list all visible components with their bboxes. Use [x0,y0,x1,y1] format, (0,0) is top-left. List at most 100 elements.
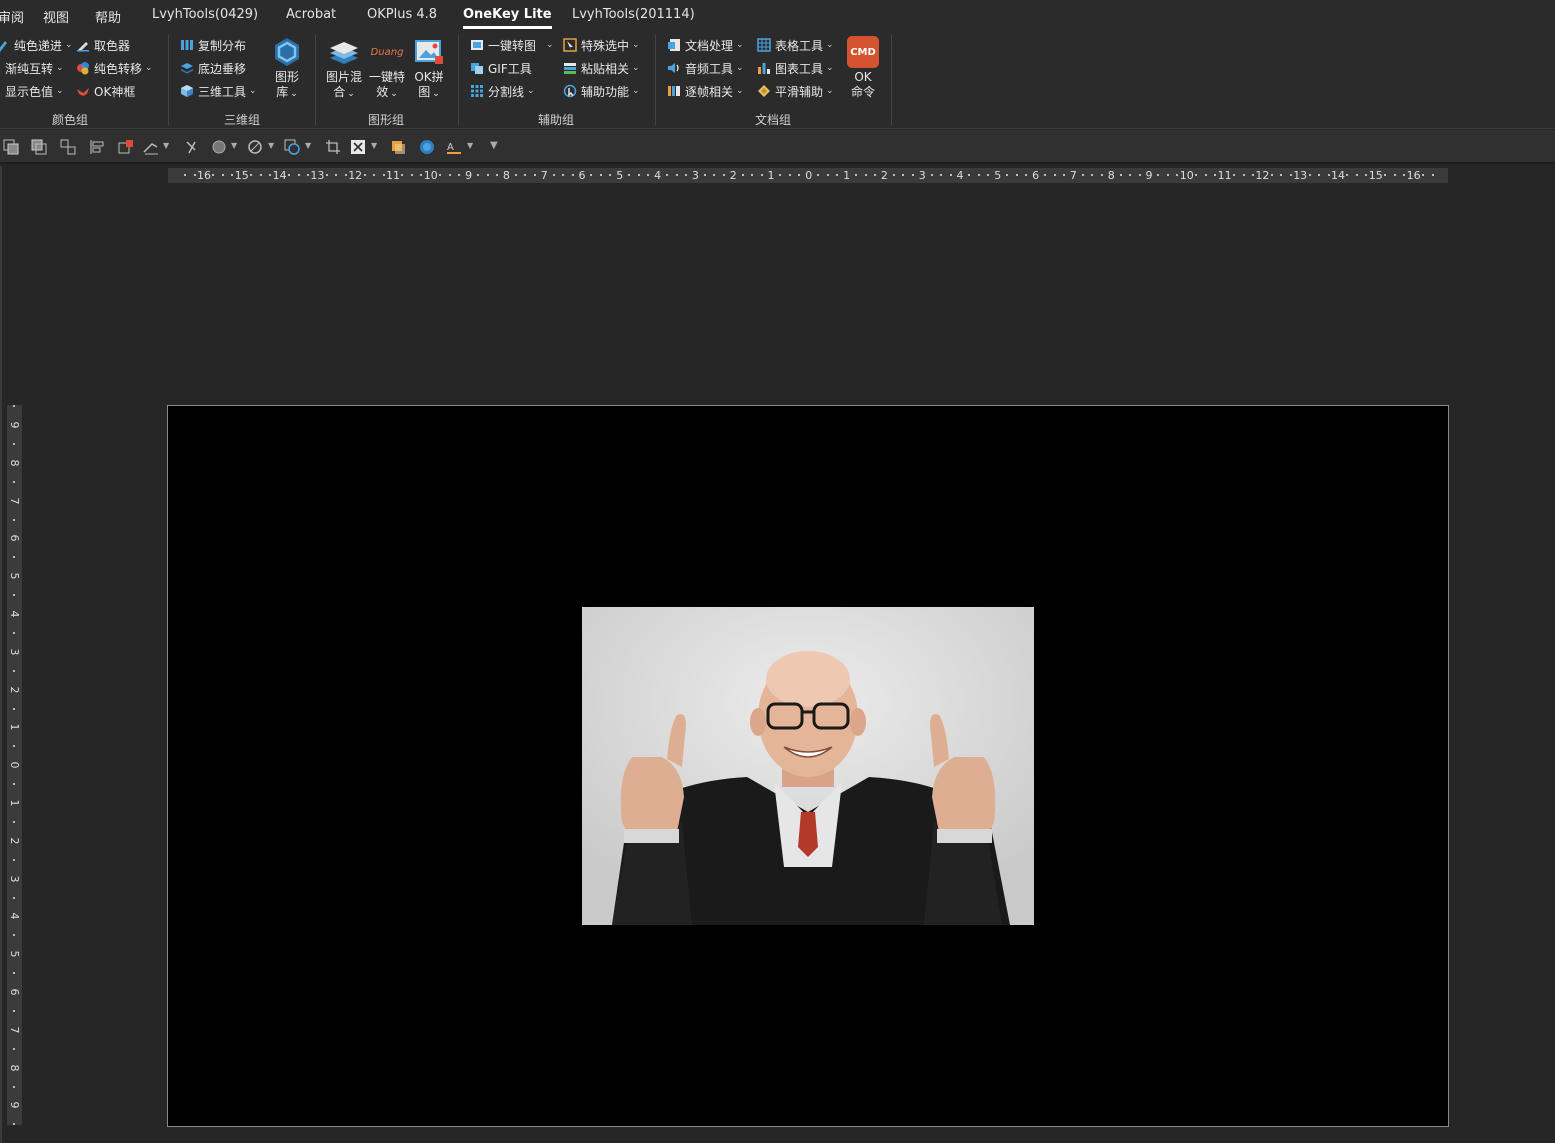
color-picker-button[interactable]: 取色器 [76,35,130,55]
group-icon[interactable] [60,139,76,155]
table-tools-button[interactable]: 表格工具 ⌄ [757,35,834,55]
3d-tools-button[interactable]: 三维工具 ⌄ [180,81,257,101]
format-painter-icon[interactable] [184,139,200,155]
tab-okplus[interactable]: OKPlus 4.8 [367,7,437,22]
ruler-tick-mark [1100,174,1103,176]
smooth-assist-button[interactable]: 平滑辅助 ⌄ [757,81,834,101]
ruler-tick-mark [458,174,461,176]
ruler-tick-label: 15 [234,169,249,182]
ruler-tick-mark [722,174,725,176]
frame-by-frame-label: 逐帧相关 [685,84,734,99]
audio-tools-button[interactable]: 音频工具 ⌄ [667,58,744,78]
ruler-tick-label: 2 [729,169,737,182]
shape-effect-icon[interactable] [284,139,300,155]
gif-tools-label: GIF工具 [488,61,532,76]
one-click-to-image-button[interactable]: 一键转图 ⌄ [470,35,554,55]
assist-function-button[interactable]: 辅助功能 ⌄ [563,81,640,101]
bottom-edge-shift-button[interactable]: 底边垂移 [180,58,246,78]
ruler-tick-mark [892,174,895,176]
ruler-tick-label: 8 [8,459,21,467]
ruler-tick-mark [1318,174,1321,176]
paste-icon [564,63,576,74]
image-blend-button[interactable]: 图片混 合 ⌄ [326,36,362,102]
ok-collage-button[interactable]: OK拼 图 ⌄ [413,36,445,102]
ruler-tick-label: 5 [8,572,21,580]
one-click-effect-button[interactable]: Duang 一键特 效 ⌄ [369,36,405,102]
ruler-tick-label: 12 [1255,169,1270,182]
shape-library-button[interactable]: 图形 库 ⌄ [271,36,303,102]
ruler-tick-mark [562,174,565,176]
globe-icon[interactable] [419,139,435,155]
ruler-tick-mark [741,174,744,176]
image-blend-label-1: 图片混 [326,70,363,84]
ruler-tick-mark [1384,174,1387,176]
text-box-icon[interactable] [350,139,366,155]
ribbon-tab-bar: 审阅 视图 帮助 LvyhTools(0429) Acrobat OKPlus … [0,0,1555,31]
crop-shape-icon[interactable] [118,139,134,155]
color-swatch-icon[interactable] [390,139,406,155]
elderly-man-thumbs-up-photo[interactable] [582,607,1034,925]
edit-shape-icon[interactable] [143,139,159,155]
group-divider [168,35,169,125]
tab-review[interactable]: 审阅 [0,7,24,26]
ok-frame-button[interactable]: OK神框 [76,81,135,101]
tab-view[interactable]: 视图 [43,7,69,26]
shape-outline-icon[interactable] [247,139,263,155]
solid-progression-button[interactable]: 纯色递进 ⌄ [0,35,73,55]
ruler-tick-mark [855,174,858,176]
paste-related-button[interactable]: 粘贴相关 ⌄ [563,58,640,78]
ok-command-label-1: OK [854,70,872,84]
ruler-tick-label: 9 [8,421,21,429]
duang-text: Duang [370,46,404,58]
frame-by-frame-button[interactable]: 逐帧相关 ⌄ [667,81,744,101]
group-divider [315,35,316,125]
ruler-tick-mark [1195,174,1198,176]
solid-color-transfer-button[interactable]: 纯色转移 ⌄ [76,58,153,78]
chart-tools-button[interactable]: 图表工具 ⌄ [757,58,834,78]
text-fill-icon[interactable]: A [446,139,462,155]
gradient-solid-convert-button[interactable]: 渐纯互转 ⌄ [5,58,64,78]
tab-lvyhtools-201114[interactable]: LvyhTools(201114) [572,7,695,22]
align-icon[interactable] [89,139,105,155]
send-back-icon[interactable] [31,139,47,155]
slide-canvas[interactable] [167,405,1449,1127]
doc-group-label: 文档组 [754,113,792,127]
ruler-tick-label: 11 [1217,169,1232,182]
show-color-value-button[interactable]: 显示色值 ⌄ [5,81,64,101]
gif-tools-button[interactable]: GIF工具 [470,58,532,78]
group-divider [458,35,459,125]
ruler-tick-label: 5 [8,950,21,958]
ruler-tick-mark [760,174,763,176]
quick-access-toolbar: ▼ ▼ ▼ ▼ ▼ A ▼ ▼ [0,130,1555,164]
ruler-tick-mark [1062,174,1065,176]
ruler-tick-label: 2 [8,686,21,694]
special-select-button[interactable]: 特殊选中 ⌄ [563,35,640,55]
tab-acrobat[interactable]: Acrobat [286,7,336,22]
one-click-to-image-label: 一键转图 [488,38,537,53]
ruler-tick-mark [13,594,15,597]
gif-icon [471,63,483,74]
tab-onekey-lite[interactable]: OneKey Lite [463,7,552,29]
ruler-tick-label: 7 [8,497,21,505]
ruler-tick-label: 4 [8,610,21,618]
ruler-tick-label: 4 [956,169,964,182]
divider-line-button[interactable]: 分割线 ⌄ [470,81,535,101]
crop-icon[interactable] [325,139,341,155]
document-process-button[interactable]: 文档处理 ⌄ [667,35,744,55]
ruler-tick-mark [13,896,15,899]
ruler-tick-mark [1355,174,1358,176]
copy-distribute-button[interactable]: 复制分布 [180,35,246,55]
tab-help[interactable]: 帮助 [95,7,121,26]
ruler-tick-mark [1327,174,1330,176]
tab-lvyhtools-0429[interactable]: LvyhTools(0429) [152,7,258,22]
shape-fill-icon[interactable] [211,139,227,155]
bring-front-icon[interactable] [3,139,19,155]
customize-toolbar-icon[interactable]: ▼ [490,140,498,151]
ok-command-button[interactable]: CMD OK 命令 [847,36,879,100]
vertical-ruler: 9 8 7 6 5 4 3 2 1 0 1 2 3 4 5 6 7 8 9 [7,405,22,1126]
cmd-badge-text: CMD [850,46,876,58]
ruler-tick-mark [13,518,15,521]
ruler-tick-label: 14 [1331,169,1345,182]
ruler-tick-label: 0 [8,761,21,769]
ruler-tick-mark [1270,174,1273,176]
